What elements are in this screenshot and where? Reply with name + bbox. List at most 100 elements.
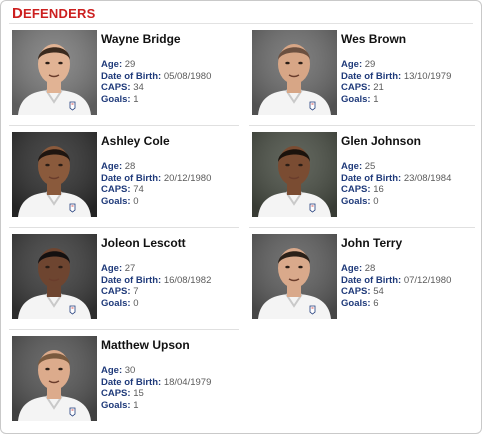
caps-value: 16 bbox=[373, 184, 384, 195]
dob-value: 13/10/1979 bbox=[403, 70, 452, 82]
age-label: Age: bbox=[101, 365, 123, 376]
age-row: Age: 29 bbox=[101, 59, 241, 71]
caps-label: CAPS: bbox=[341, 184, 371, 195]
dob-value: 16/08/1982 bbox=[163, 274, 212, 286]
age-value: 30 bbox=[124, 365, 136, 376]
goals-row: Goals: 0 bbox=[101, 196, 241, 208]
player-name[interactable]: Ashley Cole bbox=[101, 134, 241, 161]
goals-label: Goals: bbox=[101, 399, 131, 411]
player-photo[interactable] bbox=[12, 132, 97, 217]
dob-row: Date of Birth: 18/04/1979 bbox=[101, 377, 241, 389]
dob-value: 23/08/1984 bbox=[403, 172, 452, 184]
dob-label: Date of Birth: bbox=[101, 70, 162, 82]
caps-label: CAPS: bbox=[101, 388, 131, 399]
player-card[interactable]: Wes Brown Age: 29 Date of Birth: 13/10/197… bbox=[249, 30, 481, 126]
player-card[interactable]: Joleon Lescott Age: 27 Date of Birth: 16/0… bbox=[9, 234, 241, 330]
player-portrait-icon bbox=[12, 234, 97, 319]
age-value: 29 bbox=[124, 59, 136, 70]
row-divider bbox=[9, 227, 239, 228]
player-card[interactable]: John Terry Age: 28 Date of Birth: 07/12/19… bbox=[249, 234, 481, 330]
player-name[interactable]: Matthew Upson bbox=[101, 338, 241, 365]
title-divider bbox=[9, 23, 473, 24]
player-card[interactable]: Matthew Upson Age: 30 Date of Birth: 18/04… bbox=[9, 336, 241, 432]
caps-label: CAPS: bbox=[101, 184, 131, 195]
player-portrait-icon bbox=[252, 234, 337, 319]
player-portrait-icon bbox=[252, 30, 337, 115]
age-label: Age: bbox=[341, 59, 363, 70]
age-row: Age: 28 bbox=[101, 161, 241, 173]
player-name[interactable]: Glen Johnson bbox=[341, 134, 481, 161]
player-name[interactable]: Wayne Bridge bbox=[101, 32, 241, 59]
dob-value: 20/12/1980 bbox=[163, 172, 212, 184]
caps-row: CAPS: 7 bbox=[101, 286, 241, 298]
age-value: 28 bbox=[124, 161, 136, 172]
caps-value: 7 bbox=[133, 286, 139, 297]
player-info: Glen Johnson Age: 25 Date of Birth: 23/08/… bbox=[341, 132, 481, 207]
goals-value: 6 bbox=[373, 297, 379, 309]
age-row: Age: 28 bbox=[341, 263, 481, 275]
goals-row: Goals: 1 bbox=[101, 94, 241, 106]
age-label: Age: bbox=[101, 263, 123, 274]
player-portrait-icon bbox=[12, 30, 97, 115]
player-photo[interactable] bbox=[252, 30, 337, 115]
caps-value: 15 bbox=[133, 388, 144, 399]
dob-label: Date of Birth: bbox=[341, 70, 402, 82]
player-portrait-icon bbox=[12, 336, 97, 421]
goals-value: 1 bbox=[133, 93, 139, 105]
goals-row: Goals: 0 bbox=[101, 298, 241, 310]
goals-label: Goals: bbox=[341, 297, 371, 309]
age-row: Age: 25 bbox=[341, 161, 481, 173]
row-divider bbox=[249, 227, 475, 228]
player-info: Joleon Lescott Age: 27 Date of Birth: 16/0… bbox=[101, 234, 241, 309]
age-label: Age: bbox=[341, 161, 363, 172]
dob-label: Date of Birth: bbox=[341, 172, 402, 184]
goals-row: Goals: 1 bbox=[101, 400, 241, 412]
goals-label: Goals: bbox=[101, 195, 131, 207]
player-photo[interactable] bbox=[252, 234, 337, 319]
player-name[interactable]: Wes Brown bbox=[341, 32, 481, 59]
dob-row: Date of Birth: 20/12/1980 bbox=[101, 173, 241, 185]
caps-label: CAPS: bbox=[101, 82, 131, 93]
player-info: Matthew Upson Age: 30 Date of Birth: 18/04… bbox=[101, 336, 241, 411]
age-row: Age: 29 bbox=[341, 59, 481, 71]
player-photo[interactable] bbox=[252, 132, 337, 217]
goals-label: Goals: bbox=[101, 297, 131, 309]
player-name[interactable]: John Terry bbox=[341, 236, 481, 263]
dob-value: 18/04/1979 bbox=[163, 376, 212, 388]
row-divider bbox=[249, 125, 475, 126]
age-value: 25 bbox=[364, 161, 376, 172]
dob-row: Date of Birth: 05/08/1980 bbox=[101, 71, 241, 83]
player-card[interactable]: Wayne Bridge Age: 29 Date of Birth: 05/08/… bbox=[9, 30, 241, 126]
player-name[interactable]: Joleon Lescott bbox=[101, 236, 241, 263]
dob-row: Date of Birth: 07/12/1980 bbox=[341, 275, 481, 287]
caps-label: CAPS: bbox=[341, 82, 371, 93]
goals-row: Goals: 1 bbox=[341, 94, 481, 106]
player-photo[interactable] bbox=[12, 30, 97, 115]
caps-row: CAPS: 15 bbox=[101, 388, 241, 400]
goals-value: 0 bbox=[133, 297, 139, 309]
goals-label: Goals: bbox=[341, 93, 371, 105]
caps-row: CAPS: 34 bbox=[101, 82, 241, 94]
dob-value: 07/12/1980 bbox=[403, 274, 452, 286]
caps-value: 54 bbox=[373, 286, 384, 297]
goals-label: Goals: bbox=[101, 93, 131, 105]
player-photo[interactable] bbox=[12, 336, 97, 421]
dob-label: Date of Birth: bbox=[101, 172, 162, 184]
caps-row: CAPS: 54 bbox=[341, 286, 481, 298]
row-divider bbox=[9, 329, 239, 330]
age-row: Age: 30 bbox=[101, 365, 241, 377]
player-portrait-icon bbox=[12, 132, 97, 217]
dob-row: Date of Birth: 23/08/1984 bbox=[341, 173, 481, 185]
player-photo[interactable] bbox=[12, 234, 97, 319]
caps-value: 34 bbox=[133, 82, 144, 93]
player-card[interactable]: Ashley Cole Age: 28 Date of Birth: 20/12/1… bbox=[9, 132, 241, 228]
section-title: DEFENDERS bbox=[12, 5, 96, 22]
goals-value: 0 bbox=[133, 195, 139, 207]
caps-row: CAPS: 74 bbox=[101, 184, 241, 196]
player-card[interactable]: Glen Johnson Age: 25 Date of Birth: 23/08/… bbox=[249, 132, 481, 228]
age-value: 27 bbox=[124, 263, 136, 274]
age-value: 28 bbox=[364, 263, 376, 274]
goals-value: 0 bbox=[373, 195, 379, 207]
goals-value: 1 bbox=[133, 399, 139, 411]
age-label: Age: bbox=[341, 263, 363, 274]
